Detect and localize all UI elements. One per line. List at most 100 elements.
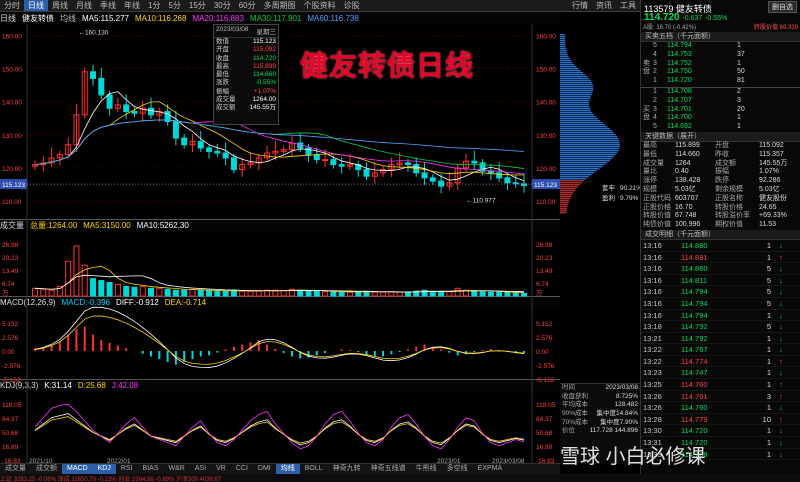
period-tab[interactable]: 15分 [185,0,210,11]
period-tab[interactable]: 60分 [235,0,260,11]
period-tab[interactable]: 年线 [120,0,144,11]
period-tab[interactable]: 分时 [0,0,24,11]
vol-tick-left: 6.74 [2,281,15,288]
tick-row: 13:30 114.720 1 ↓ [641,425,800,438]
candle-body [106,94,113,109]
keydata-value: 5.03亿 [759,185,780,193]
orderbook-price: 114.750 [667,68,692,76]
indicator-tab[interactable]: 神奇九转 [328,464,366,474]
period-tab[interactable]: 5分 [164,0,184,11]
indicator-tab[interactable]: 均线 [275,464,300,474]
legend-item: K:31.14 [44,381,72,390]
legend-item: MA30:117.901 [249,13,302,23]
chip-bar [560,170,597,172]
keydata-label: 转股价值 [643,212,671,220]
keydata-row: 最低 114.660 昨收 115.357 [641,151,800,160]
indicator-tab[interactable]: 成交量 [0,464,31,474]
candle-body [148,107,155,116]
chip-bar [560,80,591,82]
period-tab[interactable]: 月线 [72,0,96,11]
kline-chart[interactable]: 成交量 总量:1264.00 MA5:3150.00 MA10:5262.30 MACD… [0,24,560,464]
legend-item: MA20:116.883 [192,13,244,23]
info-key: 最高 [216,62,229,70]
menu-item[interactable]: 行情 [568,0,592,11]
chip-bar [560,164,605,166]
menu-item[interactable]: 资讯 [592,0,616,11]
period-tab[interactable]: 日线 [24,0,48,11]
legend-item: MACD:-0.396 [61,298,111,307]
vol-tick-right: 6.74 [536,281,549,288]
price-tick-left: 120.00 [2,166,22,173]
volume-bar [139,285,146,297]
tick-volume: 1 [766,356,771,366]
period-tab[interactable]: 周线 [48,0,72,11]
chip-bar [560,44,566,46]
chip-bar [560,66,577,68]
volume-bar [280,290,287,297]
chip-bar [560,56,569,58]
legend-item: MA60:116.738 [307,13,359,23]
tick-row: 13:16 114.794 1 ↓ [641,310,800,322]
keydata-value: 1.07% [759,168,779,176]
chip-bar [560,172,595,174]
chip-bar [560,180,585,182]
period-tab[interactable]: 多周期图 [260,0,300,11]
period-tab[interactable]: 1分 [144,0,164,11]
orderbook-price: 114.794 [667,42,692,49]
chip-bar [560,182,582,184]
chip-bar [560,106,590,108]
indicator-tab[interactable]: DMI [253,464,276,474]
indicator-tab[interactable]: 神奇五线谱 [366,464,411,474]
chip-bar [560,40,566,42]
market-status-bar: 上证 3283.25 -0.06% 深成 11650.70 -0.23% 创业 … [0,474,800,482]
indicator-tab[interactable]: BOLL [300,464,328,474]
indicator-tab[interactable]: VR [211,464,231,474]
tick-price: 114.792 [681,333,708,343]
indicator-tab[interactable]: 多空线 [442,464,473,474]
period-tab[interactable]: 个股资料 [300,0,340,11]
tick-row: 13:23 114.747 1 ↓ [641,367,800,380]
volume-bar [313,290,320,297]
tick-price: 114.760 [681,380,708,390]
chip-bar [560,148,620,150]
tick-time: 13:26 [643,391,662,401]
indicator-tab[interactable]: ASI [190,464,211,474]
chip-bar [560,90,593,92]
indicator-tab[interactable]: 成交额 [31,464,62,474]
indicator-tab[interactable]: 牛熊线 [411,464,442,474]
menu-item[interactable]: 工具 [616,0,640,11]
chip-bar [560,196,572,198]
indicator-tab[interactable]: RSI [116,464,138,474]
tick-price: 114.811 [681,275,707,285]
indicator-tab[interactable]: EXPMA [473,464,508,474]
keydata-label: 跌停 [715,177,729,185]
info-date: 2023/03/08 [216,26,249,33]
kdj-tick-right: 84.37 [536,416,553,423]
tick-volume: 5 [766,298,771,308]
indicator-tab[interactable]: BIAS [138,464,164,474]
period-tab[interactable]: 季线 [96,0,120,11]
period-tab[interactable]: 30分 [210,0,235,11]
chip-bar [560,150,619,152]
indicator-tab[interactable]: KDJ [92,464,116,474]
chip-stat-key: 盈利 [602,193,615,202]
orderbook-level: 2 [653,68,657,76]
volume-bar [148,287,155,297]
tick-price: 114.794 [681,298,708,308]
tick-volume: 1 [766,449,771,459]
period-tab[interactable]: 诊股 [340,0,364,11]
chip-bar [560,156,614,158]
ticks-title: 成交明细（千元面额） [641,229,800,240]
orderbook-price: 114.752 [667,59,692,67]
remove-watchlist-button[interactable]: 删自选 [768,1,797,13]
chip-stat-value: 90.21% [620,185,640,192]
volume-bar [479,291,486,297]
keydata-label: 最低 [643,150,657,158]
indicator-tab[interactable]: MACD [62,464,93,474]
tick-price: 114.760 [681,403,708,413]
keydata-label: 量比 [643,168,657,176]
indicator-tab[interactable]: W&R [163,464,189,474]
info-value: 115.123 [252,38,276,45]
orderbook-row: 1 114.720 81 [641,77,800,86]
indicator-tab[interactable]: CCI [231,464,253,474]
